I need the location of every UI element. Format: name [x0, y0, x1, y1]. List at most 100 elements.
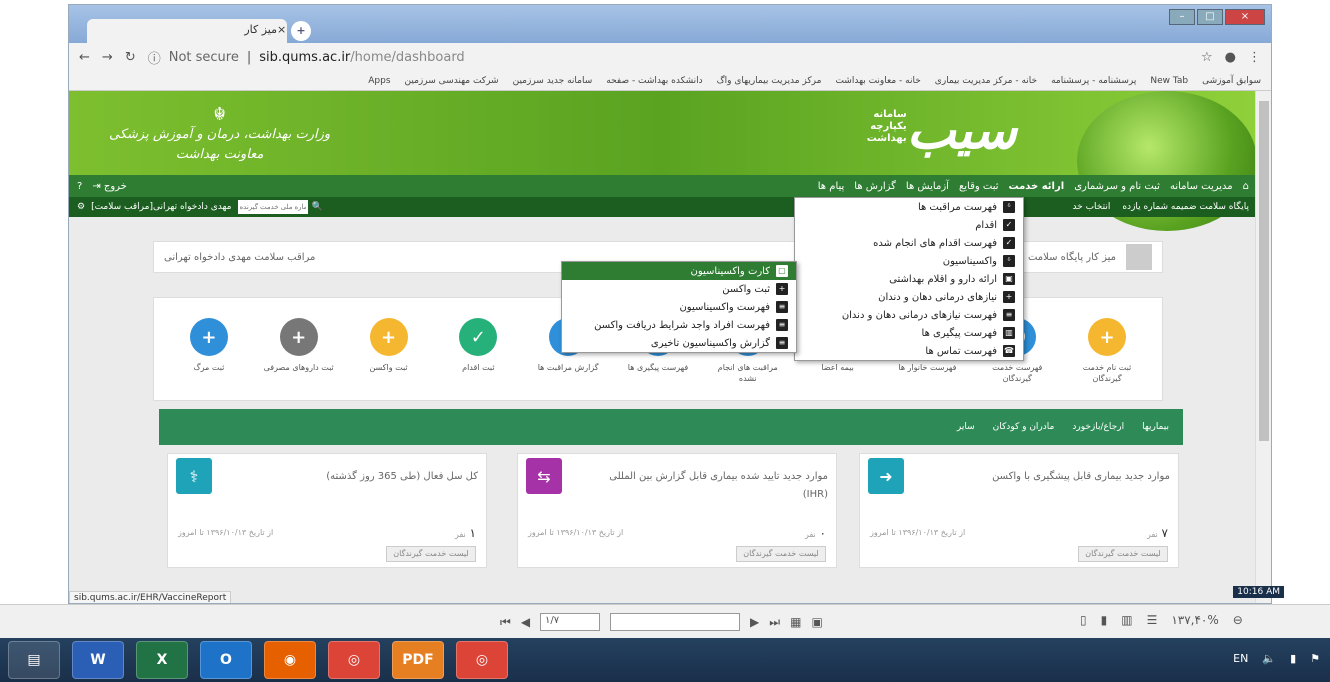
quick-icon-10[interactable]: + ثبت مرگ: [171, 318, 247, 384]
menu-item-5[interactable]: + نیازهای درمانی دهان و دندان: [795, 288, 1023, 306]
quick-icon-circle[interactable]: +: [1088, 318, 1127, 356]
submenu-item-0[interactable]: ▢ کارت واکسیناسیون: [562, 262, 796, 280]
next-page-icon[interactable]: ▶: [750, 615, 759, 629]
page-scrollbar[interactable]: [1255, 91, 1271, 603]
settings-icon[interactable]: ⚙: [77, 202, 85, 212]
bookmark-item[interactable]: سوابق آموزشی: [1202, 76, 1261, 86]
menu-item-3[interactable]: ᵟ واکسیناسیون: [795, 252, 1023, 270]
user-label[interactable]: مهدی دادخواه تهرانی[مراقب سلامت]: [91, 202, 231, 212]
help-icon[interactable]: ?: [77, 181, 82, 192]
bookmark-item[interactable]: خانه - مرکز مدیریت بیماری: [935, 76, 1037, 86]
service-select[interactable]: انتخاب خد: [1072, 202, 1110, 212]
single-page-icon[interactable]: ▯: [1080, 613, 1087, 627]
nav-item-tests[interactable]: آزمایش ها: [906, 181, 949, 192]
bookmark-apps[interactable]: Apps: [368, 76, 390, 86]
national-id-input[interactable]: [237, 200, 308, 214]
quick-icon-7[interactable]: ✓ ثبت اقدام: [440, 318, 516, 384]
new-tab-button[interactable]: +: [291, 21, 311, 41]
bookmark-item[interactable]: مرکز مدیریت بیماریهای واگ: [717, 76, 822, 86]
scroll-icon[interactable]: ☰: [1147, 613, 1158, 627]
facility-label[interactable]: پایگاه سلامت ضمیمه شماره یازده: [1122, 202, 1249, 212]
home-icon[interactable]: ⌂: [1243, 181, 1249, 192]
clock[interactable]: 10:16 AM: [1233, 586, 1284, 598]
clients-list-button[interactable]: لیست خدمت گیرندگان: [1078, 546, 1168, 562]
chrome-icon[interactable]: ◎: [328, 641, 380, 679]
first-page-icon[interactable]: ⏮: [500, 615, 511, 630]
bookmark-item[interactable]: پرسشنامه - پرسشنامه: [1051, 76, 1136, 86]
bookmark-item[interactable]: شرکت مهندسی سرزمین: [405, 76, 499, 86]
nav-item-reports[interactable]: گزارش ها: [854, 181, 896, 192]
nav-item-registration[interactable]: ثبت نام و سرشماری: [1074, 181, 1160, 192]
zoom-level[interactable]: ۱۳۷,۴۰%: [1171, 613, 1218, 627]
submenu-item-2[interactable]: ≡ فهرست واکسیناسیون: [562, 298, 796, 316]
nav-item-management[interactable]: مدیریت سامانه: [1170, 181, 1233, 192]
quick-icon-0[interactable]: + ثبت نام خدمت گیرندگان: [1069, 318, 1145, 384]
bookmark-item[interactable]: دانشکده بهداشت - صفحه: [606, 76, 702, 86]
submenu-item-4[interactable]: ≡ گزارش واکسیناسیون تاخیری: [562, 334, 796, 352]
submenu-item-1[interactable]: + ثبت واکسن: [562, 280, 796, 298]
last-page-icon[interactable]: ⏭: [769, 615, 780, 630]
submenu-item-3[interactable]: ≡ فهرست افراد واجد شرایط دریافت واکسن: [562, 316, 796, 334]
browser-tab[interactable]: میز کار ×: [87, 19, 287, 43]
clients-list-button[interactable]: لیست خدمت گیرندگان: [736, 546, 826, 562]
prev-page-icon[interactable]: ◀: [521, 615, 530, 629]
page-number-field[interactable]: ۱/۷: [540, 613, 601, 631]
menu-item-8[interactable]: ☎ فهرست تماس ها: [795, 342, 1023, 360]
profile-icon[interactable]: ●: [1225, 50, 1236, 65]
continuous-icon[interactable]: ▮: [1101, 613, 1108, 627]
menu-item-0[interactable]: ᵟ فهرست مراقبت ها: [795, 198, 1023, 216]
clients-list-button[interactable]: لیست خدمت گیرندگان: [386, 546, 476, 562]
nav-item-messages[interactable]: پیام ها: [818, 181, 845, 192]
page-dropdown[interactable]: [610, 613, 741, 631]
excel-icon[interactable]: X: [136, 641, 188, 679]
menu-icon[interactable]: ⋮: [1248, 50, 1261, 65]
menu-item-1[interactable]: ✓ اقدام: [795, 216, 1023, 234]
quick-icon-circle[interactable]: +: [369, 318, 408, 356]
scrollbar-thumb[interactable]: [1259, 101, 1269, 441]
quick-icon-8[interactable]: + ثبت واکسن: [351, 318, 427, 384]
volume-icon[interactable]: 🔈: [1262, 652, 1276, 665]
thumbnail-icon[interactable]: ▦: [790, 615, 801, 629]
quick-icon-circle[interactable]: +: [189, 318, 228, 356]
fit-icon[interactable]: ▣: [811, 615, 822, 629]
quick-icon-circle[interactable]: ✓: [459, 318, 498, 356]
star-icon[interactable]: ☆: [1201, 50, 1213, 65]
tab-referral[interactable]: ارجاع/بازخورد: [1072, 422, 1124, 432]
outlook-icon[interactable]: O: [200, 641, 252, 679]
flag-icon[interactable]: ⚑: [1310, 652, 1320, 665]
tab-diseases[interactable]: بیماریها: [1142, 422, 1169, 432]
maximize-button[interactable]: □: [1197, 9, 1223, 25]
language-indicator[interactable]: EN: [1233, 652, 1248, 665]
menu-item-4[interactable]: ▣ ارائه دارو و اقلام بهداشتی: [795, 270, 1023, 288]
nav-item-services[interactable]: ارائه خدمت: [1009, 181, 1065, 192]
two-page-icon[interactable]: ▥: [1121, 613, 1132, 627]
pdf-reader-icon[interactable]: PDF: [392, 641, 444, 679]
tab-mothers-children[interactable]: مادران و کودکان: [993, 422, 1055, 432]
menu-item-6[interactable]: ≡ فهرست نیازهای درمانی دهان و دندان: [795, 306, 1023, 324]
bookmark-item[interactable]: سامانه جدید سرزمین: [513, 76, 593, 86]
file-explorer-icon[interactable]: ▤: [8, 641, 60, 679]
firefox-icon[interactable]: ◉: [264, 641, 316, 679]
url-field[interactable]: ⓘ Not secure | sib.qums.ac.ir/home/dashb…: [148, 48, 465, 67]
reload-icon[interactable]: ↻: [125, 50, 136, 65]
network-icon[interactable]: ▮: [1290, 652, 1296, 665]
close-tab-icon[interactable]: ×: [277, 23, 286, 36]
back-icon[interactable]: ←: [79, 50, 90, 65]
search-icon[interactable]: 🔍: [312, 202, 323, 212]
nav-item-events[interactable]: ثبت وقایع: [959, 181, 999, 192]
quick-icon-9[interactable]: + ثبت داروهای مصرفی: [261, 318, 337, 384]
word-icon[interactable]: W: [72, 641, 124, 679]
bookmark-item[interactable]: خانه - معاونت بهداشت: [835, 76, 920, 86]
menu-item-2[interactable]: ✓ فهرست اقدام های انجام شده: [795, 234, 1023, 252]
chrome-window-icon[interactable]: ◎: [456, 641, 508, 679]
quick-icon-circle[interactable]: +: [279, 318, 318, 356]
forward-icon[interactable]: →: [102, 50, 113, 65]
info-icon[interactable]: ⓘ: [148, 48, 161, 67]
zoom-out-icon[interactable]: ⊖: [1233, 613, 1243, 627]
bookmark-item[interactable]: New Tab: [1150, 76, 1188, 86]
tab-other[interactable]: سایر: [957, 422, 975, 432]
menu-item-7[interactable]: ▥ فهرست پیگیری ها: [795, 324, 1023, 342]
exit-link[interactable]: ⇥ خروج: [92, 181, 127, 192]
close-window-button[interactable]: ×: [1225, 9, 1265, 25]
minimize-button[interactable]: –: [1169, 9, 1195, 25]
